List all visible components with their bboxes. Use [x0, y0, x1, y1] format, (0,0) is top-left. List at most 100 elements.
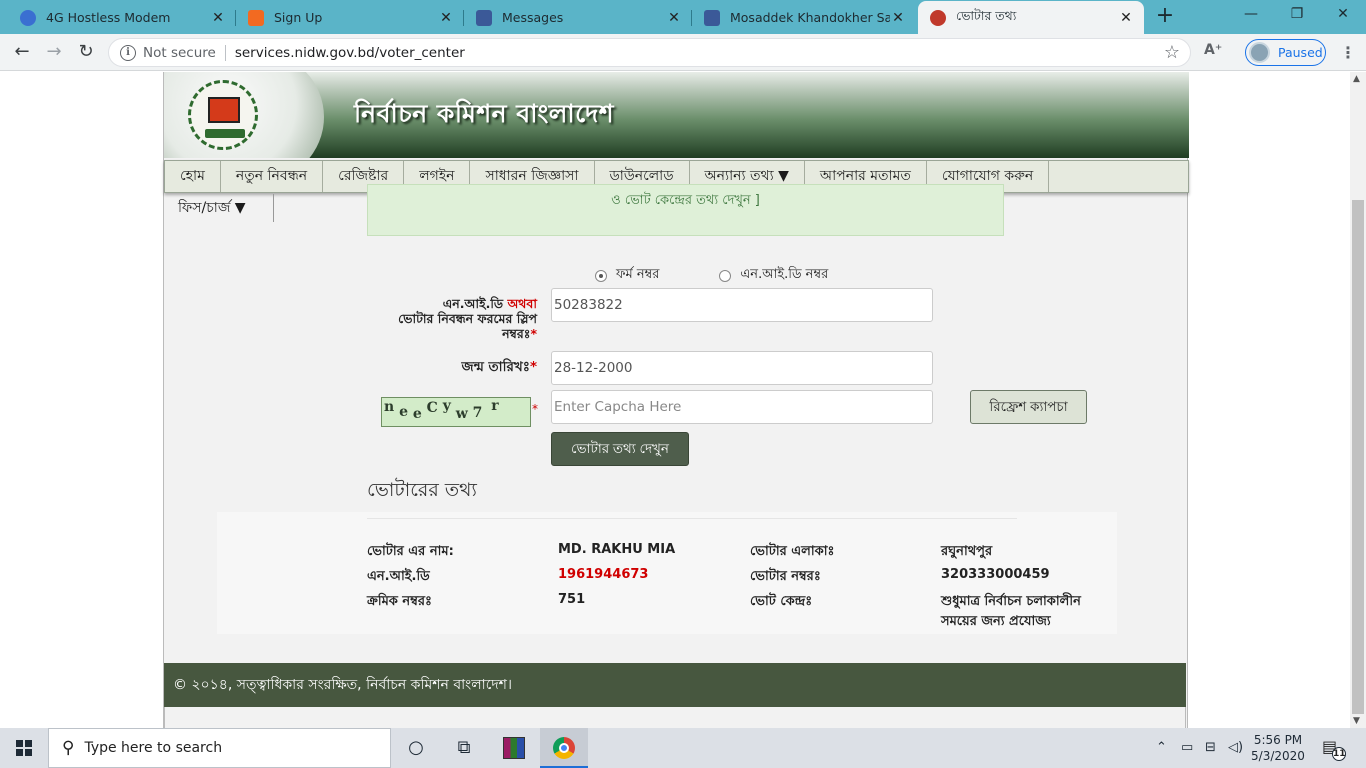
radio-nid-number-label: এন.আই.ডি নম্বর: [740, 267, 829, 282]
menu-fees[interactable]: ফিস/চার্জ ▼: [164, 194, 274, 222]
task-view-icon[interactable]: ⧉: [440, 728, 488, 768]
site-footer: © ২০১৪, সত্ত্বাধিকার সংরক্ষিত, নির্বাচন …: [164, 663, 1186, 707]
facebook-icon: [704, 9, 720, 26]
clock-time: 5:56 PM: [1253, 733, 1303, 747]
voter-area-label: ভোটার এলাকাঃ: [750, 544, 835, 559]
address-bar[interactable]: i Not secure services.nidw.gov.bd/voter_…: [108, 38, 1191, 67]
voter-area-value: রঘুনাথপুর: [941, 544, 993, 559]
divider: [367, 518, 1017, 519]
start-button[interactable]: [0, 728, 48, 768]
refresh-captcha-button[interactable]: রিফ্রেশ ক্যাপচা: [970, 390, 1087, 424]
tab-title: 4G Hostless Modem: [46, 10, 171, 25]
taskbar-search[interactable]: ⚲ Type here to search: [48, 728, 391, 768]
reader-mode-icon[interactable]: A⁺: [1204, 42, 1222, 58]
close-tab-icon[interactable]: ✕: [210, 10, 226, 26]
voting-center-label: ভোট কেন্দ্রঃ: [750, 594, 813, 609]
system-clock[interactable]: 5:56 PM 5/3/2020: [1248, 732, 1308, 764]
browser-toolbar: ← → ↻ i Not secure services.nidw.gov.bd/…: [0, 34, 1366, 71]
info-icon[interactable]: i: [120, 44, 136, 61]
show-hidden-icons-icon[interactable]: ⌃: [1156, 728, 1167, 768]
battery-icon[interactable]: ▭: [1181, 728, 1193, 768]
maximize-button[interactable]: ❐: [1274, 0, 1320, 30]
view-voter-info-button[interactable]: ভোটার তথ্য দেখুন: [551, 432, 689, 466]
page-scrollbar[interactable]: ▲ ▼: [1350, 72, 1366, 728]
url-text[interactable]: services.nidw.gov.bd/voter_center: [235, 45, 465, 61]
site-title: নির্বাচন কমিশন বাংলাদেশ: [354, 99, 615, 128]
tab-facebook-profile[interactable]: Mosaddek Khandokher Sajeeb ✕: [692, 1, 916, 34]
dob-input[interactable]: [551, 351, 933, 385]
cortana-icon[interactable]: ○: [392, 728, 440, 768]
scrollbar-thumb[interactable]: [1352, 200, 1364, 714]
browser-tab-strip: 4G Hostless Modem ✕ Sign Up ✕ Messages ✕…: [0, 0, 1366, 34]
voter-info-heading: ভোটারের তথ্য: [367, 479, 477, 501]
bookmark-star-icon[interactable]: ☆: [1164, 42, 1180, 63]
windows-logo-icon: [16, 740, 32, 756]
chrome-taskbar-icon[interactable]: [540, 728, 588, 768]
election-commission-favicon-icon: [930, 9, 946, 26]
globe-icon: [20, 9, 36, 26]
back-button[interactable]: ←: [9, 40, 35, 66]
election-commission-logo: [188, 80, 258, 150]
nid-label-text: এন.আই.ডি: [442, 296, 504, 311]
close-tab-icon[interactable]: ✕: [438, 10, 454, 26]
ballot-box-icon: [208, 97, 240, 123]
close-tab-icon[interactable]: ✕: [1118, 10, 1134, 26]
radio-nid-number[interactable]: [719, 269, 732, 282]
tab-title: Sign Up: [274, 10, 323, 25]
profile-button[interactable]: Paused: [1245, 39, 1326, 66]
captcha-char: 7: [472, 405, 483, 421]
voter-number-label: ভোটার নম্বরঃ: [750, 569, 821, 584]
info-notice: ও ভোট কেন্দ্রের তথ্য দেখুন ]: [367, 184, 1004, 236]
reload-button[interactable]: ↻: [73, 40, 99, 66]
captcha-char: e: [399, 404, 408, 420]
forward-button[interactable]: →: [41, 40, 67, 66]
tab-sign-up[interactable]: Sign Up ✕: [236, 1, 464, 34]
captcha-char: C: [426, 400, 438, 416]
captcha-image: n e e C y w 7 r: [381, 397, 531, 427]
voting-center-value: শুধুমাত্র নির্বাচন চলাকালীন: [941, 594, 1081, 609]
more-menu-icon[interactable]: ⋮: [1340, 43, 1356, 62]
tab-voter-info[interactable]: ভোটার তথ্য ✕: [918, 1, 1144, 34]
captcha-input[interactable]: [551, 390, 933, 424]
page-viewport: নির্বাচন কমিশন বাংলাদেশ হোম নতুন নিবন্ধন…: [0, 72, 1350, 728]
captcha-char: r: [491, 398, 499, 414]
new-tab-button[interactable]: +: [1152, 4, 1178, 30]
minimize-button[interactable]: —: [1228, 0, 1274, 30]
voter-name-value: MD. RAKHU MIA: [558, 542, 676, 557]
dob-field-label: জন্ম তারিখঃ*: [367, 360, 537, 375]
menu-home[interactable]: হোম: [165, 161, 221, 192]
notification-center-icon[interactable]: ▤ 11: [1322, 737, 1346, 761]
close-window-button[interactable]: ✕: [1320, 0, 1366, 30]
nid-label-slip: ভোটার নিবন্ধন ফরমের স্লিপ: [398, 311, 537, 326]
tab-messages[interactable]: Messages ✕: [464, 1, 692, 34]
voter-number-value: 320333000459: [941, 567, 1050, 582]
tab-title: ভোটার তথ্য: [956, 7, 1017, 23]
network-icon[interactable]: ⊟: [1205, 728, 1216, 768]
chrome-icon: [553, 737, 575, 759]
captcha-char: n: [384, 399, 395, 415]
close-tab-icon[interactable]: ✕: [890, 10, 906, 26]
menu-new-registration[interactable]: নতুন নিবন্ধন: [221, 161, 324, 192]
site-banner: নির্বাচন কমিশন বাংলাদেশ: [164, 72, 1189, 158]
captcha-char: y: [442, 398, 451, 414]
nid-input[interactable]: [551, 288, 933, 322]
required-marker: *: [532, 402, 538, 416]
search-type-radio-group: ফর্ম নম্বর এন.আই.ডি নম্বর: [595, 265, 828, 286]
tab-hostless-modem[interactable]: 4G Hostless Modem ✕: [8, 1, 236, 34]
radio-form-number-label: ফর্ম নম্বর: [616, 267, 660, 282]
close-tab-icon[interactable]: ✕: [666, 10, 682, 26]
nid-field-label: এন.আই.ডি অথবা ভোটার নিবন্ধন ফরমের স্লিপ …: [367, 296, 537, 341]
voting-center-value-line2: সময়ের জন্য প্রযোজ্য: [941, 614, 1051, 629]
voter-info-panel: ভোটার এর নাম: MD. RAKHU MIA ভোটার এলাকাঃ…: [217, 512, 1117, 634]
required-marker: *: [529, 359, 537, 375]
voter-name-label: ভোটার এর নাম:: [367, 544, 454, 559]
radio-form-number[interactable]: [595, 269, 607, 282]
notice-text: ও ভোট কেন্দ্রের তথ্য দেখুন ]: [611, 193, 760, 208]
volume-icon[interactable]: ◁): [1228, 728, 1243, 768]
winrar-icon[interactable]: [490, 728, 538, 768]
voter-nid-value: 1961944673: [558, 567, 649, 582]
voter-serial-label: ক্রমিক নম্বরঃ: [367, 594, 432, 609]
scroll-down-icon[interactable]: ▼: [1353, 716, 1360, 726]
search-placeholder: Type here to search: [84, 740, 223, 756]
scroll-up-icon[interactable]: ▲: [1353, 74, 1360, 84]
